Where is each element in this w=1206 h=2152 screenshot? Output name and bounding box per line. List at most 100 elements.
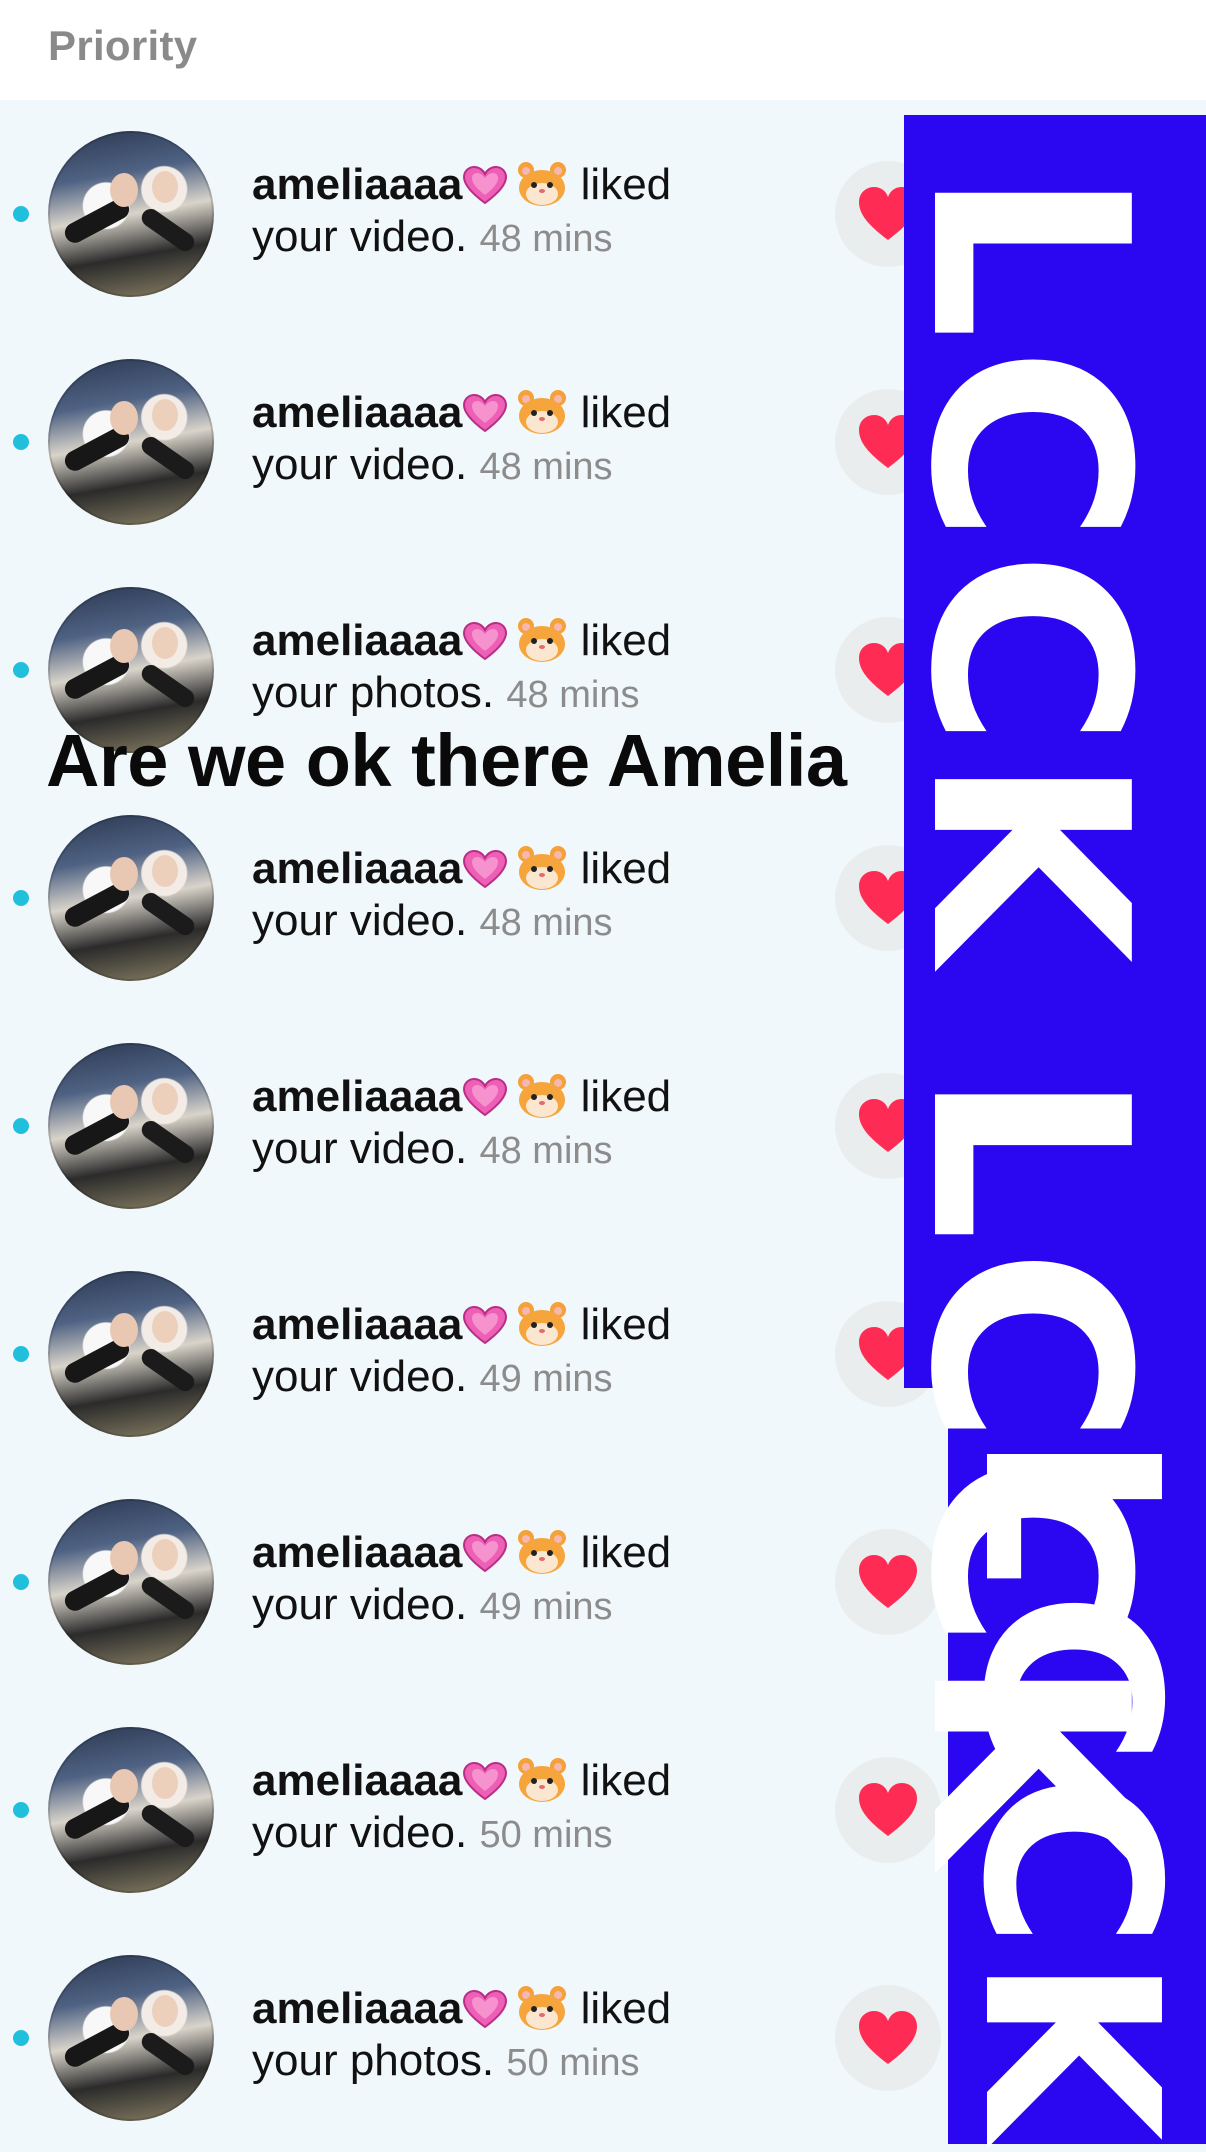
timestamp: 48 mins <box>506 674 640 716</box>
hamster-icon <box>516 1529 568 1575</box>
username[interactable]: ameliaaaa <box>252 1756 462 1805</box>
action-text: liked <box>580 844 672 893</box>
hamster-icon <box>516 1073 568 1119</box>
pink-heart-icon <box>462 621 508 661</box>
action-object-text: your video. <box>252 1580 468 1629</box>
action-object-text: your video. <box>252 896 468 945</box>
unread-dot-icon <box>13 890 29 906</box>
hamster-icon <box>516 1301 568 1347</box>
notification-line-1: ameliaaaa liked <box>252 843 812 895</box>
notification-line-1: ameliaaaa liked <box>252 1299 812 1351</box>
action-object-text: your photos. <box>252 668 495 717</box>
action-object-text: your video. <box>252 1352 468 1401</box>
pink-heart-icon <box>462 1533 508 1573</box>
notification-line-1: ameliaaaa liked <box>252 159 812 211</box>
pink-heart-icon <box>462 393 508 433</box>
notification-line-1: ameliaaaa liked <box>252 1983 812 2035</box>
action-text: liked <box>580 1984 672 2033</box>
unread-dot-icon <box>13 1802 29 1818</box>
username[interactable]: ameliaaaa <box>252 1300 462 1349</box>
pink-heart-icon <box>462 165 508 205</box>
action-object-text: your video. <box>252 1808 468 1857</box>
hamster-icon <box>516 161 568 207</box>
unread-dot-icon <box>13 1118 29 1134</box>
timestamp: 48 mins <box>479 446 613 488</box>
action-object-text: your video. <box>252 440 468 489</box>
notification-text[interactable]: ameliaaaa liked your video. 48 mins <box>252 387 812 493</box>
action-text: liked <box>580 1300 672 1349</box>
banner-text-2: LCCK <box>930 1432 1206 2148</box>
notification-text[interactable]: ameliaaaa liked your video. 49 mins <box>252 1299 812 1405</box>
notification-line-1: ameliaaaa liked <box>252 1527 812 1579</box>
username[interactable]: ameliaaaa <box>252 616 462 665</box>
pink-heart-icon <box>462 1761 508 1801</box>
hamster-icon <box>516 617 568 663</box>
notification-line-2: your video. 49 mins <box>252 1579 812 1633</box>
notification-line-2: your video. 48 mins <box>252 211 812 265</box>
notification-text[interactable]: ameliaaaa liked your photos. 48 mins <box>252 615 812 721</box>
notification-text[interactable]: ameliaaaa liked your video. 48 mins <box>252 159 812 265</box>
action-text: liked <box>580 616 672 665</box>
notification-text[interactable]: ameliaaaa liked your video. 50 mins <box>252 1755 812 1861</box>
action-object-text: your photos. <box>252 2036 495 2085</box>
action-object-text: your video. <box>252 212 468 261</box>
notification-line-1: ameliaaaa liked <box>252 615 812 667</box>
username[interactable]: ameliaaaa <box>252 388 462 437</box>
notification-text[interactable]: ameliaaaa liked your video. 48 mins <box>252 843 812 949</box>
notification-line-1: ameliaaaa liked <box>252 1755 812 1807</box>
avatar[interactable] <box>48 1727 214 1893</box>
notification-line-2: your video. 49 mins <box>252 1351 812 1405</box>
notification-text[interactable]: ameliaaaa liked your video. 48 mins <box>252 1071 812 1177</box>
notification-line-1: ameliaaaa liked <box>252 387 812 439</box>
avatar[interactable] <box>48 1955 214 2121</box>
unread-dot-icon <box>13 1574 29 1590</box>
notification-line-2: your photos. 48 mins <box>252 667 812 721</box>
action-text: liked <box>580 1528 672 1577</box>
timestamp: 48 mins <box>479 902 613 944</box>
avatar[interactable] <box>48 1043 214 1209</box>
username[interactable]: ameliaaaa <box>252 1072 462 1121</box>
overlay-caption: Are we ok there Amelia <box>46 719 847 802</box>
action-text: liked <box>580 1072 672 1121</box>
timestamp: 49 mins <box>479 1586 613 1628</box>
username[interactable]: ameliaaaa <box>252 1528 462 1577</box>
username[interactable]: ameliaaaa <box>252 1984 462 2033</box>
notification-line-2: your video. 48 mins <box>252 1123 812 1177</box>
notification-line-2: your video. 50 mins <box>252 1807 812 1861</box>
notification-line-2: your video. 48 mins <box>252 439 812 493</box>
avatar[interactable] <box>48 131 214 297</box>
pink-heart-icon <box>462 1077 508 1117</box>
notification-text[interactable]: ameliaaaa liked your photos. 50 mins <box>252 1983 812 2089</box>
hamster-icon <box>516 1757 568 1803</box>
avatar[interactable] <box>48 359 214 525</box>
hamster-icon <box>516 1985 568 2031</box>
unread-dot-icon <box>13 662 29 678</box>
notification-line-2: your video. 48 mins <box>252 895 812 949</box>
pink-heart-icon <box>462 849 508 889</box>
timestamp: 50 mins <box>506 2042 640 2084</box>
notification-text[interactable]: ameliaaaa liked your video. 49 mins <box>252 1527 812 1633</box>
hamster-icon <box>516 389 568 435</box>
notification-line-1: ameliaaaa liked <box>252 1071 812 1123</box>
username[interactable]: ameliaaaa <box>252 844 462 893</box>
like-button[interactable] <box>835 1985 941 2091</box>
pink-heart-icon <box>462 1989 508 2029</box>
action-object-text: your video. <box>252 1124 468 1173</box>
timestamp: 49 mins <box>479 1358 613 1400</box>
action-text: liked <box>580 1756 672 1805</box>
timestamp: 48 mins <box>479 1130 613 1172</box>
timestamp: 48 mins <box>479 218 613 260</box>
hamster-icon <box>516 845 568 891</box>
action-text: liked <box>580 160 672 209</box>
avatar[interactable] <box>48 1271 214 1437</box>
unread-dot-icon <box>13 2030 29 2046</box>
avatar[interactable] <box>48 1499 214 1665</box>
username[interactable]: ameliaaaa <box>252 160 462 209</box>
page-title: Priority <box>48 22 198 69</box>
action-text: liked <box>580 388 672 437</box>
unread-dot-icon <box>13 1346 29 1362</box>
avatar[interactable] <box>48 815 214 981</box>
unread-dot-icon <box>13 206 29 222</box>
header: Priority <box>0 0 1206 100</box>
pink-heart-icon <box>462 1305 508 1345</box>
